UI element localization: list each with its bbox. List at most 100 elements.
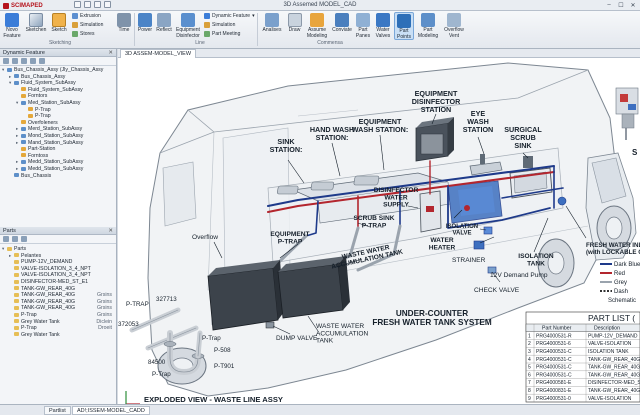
stores-button[interactable]: Stores [72,31,94,37]
tab-3d-assem-model-view[interactable]: 3D ASSEM-MODEL_VIEW [120,49,197,58]
assume-modeling-button[interactable]: Assume Modeling [304,13,330,39]
part-list-cell: PRG4000531-C [536,372,572,378]
power-button[interactable]: Power [136,13,154,34]
overflow-vent-label: Overflow Vent [444,27,464,39]
tree-item[interactable]: P-Trap Grsins [2,312,114,319]
asm-icon [21,159,26,164]
close-icon[interactable]: ✕ [628,1,638,9]
time-button[interactable]: Time [115,13,133,34]
tree-item[interactable]: Part-Station [2,146,114,153]
close-icon[interactable]: ✕ [108,49,113,57]
draw-button[interactable]: Draw [286,13,303,34]
search-icon[interactable] [39,58,45,64]
tree-item[interactable]: Grey Water Tank Diclein [2,319,114,326]
tree-item-label: Forntors [28,93,48,100]
close-icon[interactable]: ✕ [108,227,113,235]
tree-item[interactable]: ▾ Med_Station_SubAssy [2,100,114,107]
tree-item-label: DISINFECTOR-MED_ST_E1 [21,278,89,285]
sketchen-button[interactable]: Sketchen [25,13,47,34]
part-points-button[interactable]: Part Points [394,12,414,40]
tab-partlist[interactable]: Partlist [44,406,71,415]
tree-item[interactable]: P-Trap Droeit [2,325,114,332]
import-icon[interactable] [12,236,18,242]
part-modeling-button[interactable]: Part Modeling [416,13,440,39]
tree-item[interactable]: DISINFECTOR-MED_ST_E1 [2,279,114,286]
tree-item[interactable]: Forntoss [2,153,114,160]
equipment-disinfector-button[interactable]: Equipment Disinfector [174,13,202,39]
tree-item[interactable]: VALVE-ISOLATION_3_4_NPT [2,266,114,273]
folder-icon [14,286,19,291]
analises-button[interactable]: Analises [259,13,285,34]
part-icon [21,94,26,98]
collapse-icon[interactable] [21,58,27,64]
tree-item[interactable]: ▾ Fluid_System_SubAssy [2,80,114,87]
tree-item[interactable]: ▾ Parts [2,246,114,253]
asm-icon [7,67,12,72]
tree-item-label: Mond_Station_SubAssy [28,132,84,139]
tree-item[interactable]: TANK-GW_REAR_40G Grsins [2,292,114,299]
tree-item-label: TANK-GW_REAR_40G [21,305,76,312]
tree-item[interactable]: ▸ Mond_Station_SubAssy [2,133,114,140]
tree-item-label: Bus_Chassis_Assy (Jly_Chassis_Assy [14,67,104,73]
simulation-2-button[interactable]: Simulation [204,22,235,28]
tree-item[interactable]: ▸ Merd_Station_SubAssy [2,126,114,133]
van-plumbing-scene[interactable]: EQUIPMENT DISINFECTOR STATION HAND WASH STA… [118,58,640,414]
filter-icon[interactable] [3,58,9,64]
tree-item[interactable]: ▸ Medd_Station_SubAssy [2,159,114,166]
new-feature-button[interactable]: Novo Feature [1,13,23,39]
label-strainer: STRAINER [452,257,486,264]
tree-item[interactable]: P-Trap [2,107,114,114]
tree-item[interactable]: Fluid_System_SubAssy [2,87,114,94]
tree-item[interactable]: ▸ Bus_Chassis_Assy [2,74,114,81]
window-title: 3D Assemed MODEL_CAD [283,2,357,8]
settings-icon[interactable] [30,58,36,64]
tree-item[interactable]: P-Trap [2,113,114,120]
extrusion-button[interactable]: Extrusion [72,13,101,19]
conviate-button[interactable]: Conviate [331,13,353,34]
part-meeting-button[interactable]: Part Meeting [204,31,240,37]
dynamic-feature-button[interactable]: Dynamic Feature ▾ [204,13,255,19]
water-valves-button[interactable]: Water Valves [373,13,393,39]
refresh-icon[interactable] [21,236,27,242]
3d-viewport[interactable]: 3D ASSEM-MODEL_VIEW EQUIPMENT DISINFECTO… [118,49,640,415]
tree-item[interactable]: TANK-GW_REAR_40G Grsins [2,305,114,312]
tree-item[interactable]: TANK-GW_REAR_40G Grsins [2,299,114,306]
parts-panel-header: Parts ✕ [0,227,116,235]
overflow-vent-button[interactable]: Overflow Vent [442,13,466,39]
tree-item[interactable]: Forntors [2,93,114,100]
reflect-button[interactable]: Reflect [155,13,173,34]
simulation-button[interactable]: Simulation [72,22,103,28]
part-panes-button[interactable]: Part Panes [354,13,372,39]
tree-item-extra: Grsins [97,292,112,299]
sketch-button[interactable]: Sketch [49,13,69,34]
tree-item[interactable]: TANK-GW_REAR_40G [2,286,114,293]
maximize-icon[interactable]: ☐ [616,1,626,9]
feature-panel-header: Dynamic Feature ✕ [0,49,116,57]
new-folder-icon[interactable] [3,236,9,242]
folder-icon [14,273,19,277]
tree-item[interactable]: Bus_Chassis [2,173,114,180]
legend-label: Dark Blue [614,262,640,268]
tree-item[interactable]: PUMP-12V_DEMAND [2,259,114,266]
extrusion-label: Extrusion [80,13,101,19]
draw-icon [287,13,302,27]
tree-item[interactable]: Overfoleners [2,120,114,127]
minimize-icon[interactable]: – [604,1,614,9]
dynamic-feature-icon [204,13,210,19]
expand-icon[interactable] [12,58,18,64]
sketchen-icon [29,13,43,27]
label-equipment-wash: EQUIPMENT WASH STATION: [352,117,408,134]
tree-item[interactable]: VALVE-ISOLATION_3_4_NPT [2,272,114,279]
tree-item[interactable]: ▸ Pelantes [2,253,114,260]
part-list-cell: 3 [528,349,531,355]
tree-item[interactable]: Grey Water Tank [2,332,114,339]
folder-icon [14,259,19,264]
analises-label: Analises [262,27,282,33]
label-overflow: Overflow [192,234,218,241]
water-heater [419,190,442,233]
tab-document[interactable]: AD!;ISSEM-MODEL_CADD [72,406,150,415]
tree-item[interactable]: ▸ Medd_Station_SubAssy [2,166,114,173]
tree-item[interactable]: ▾ Bus_Chassis_Assy (Jly_Chassis_Assy [2,67,114,74]
tree-item[interactable]: ▸ Mand_Station_SubAssy [2,140,114,147]
part-panes-label: Part Panes [355,27,371,39]
